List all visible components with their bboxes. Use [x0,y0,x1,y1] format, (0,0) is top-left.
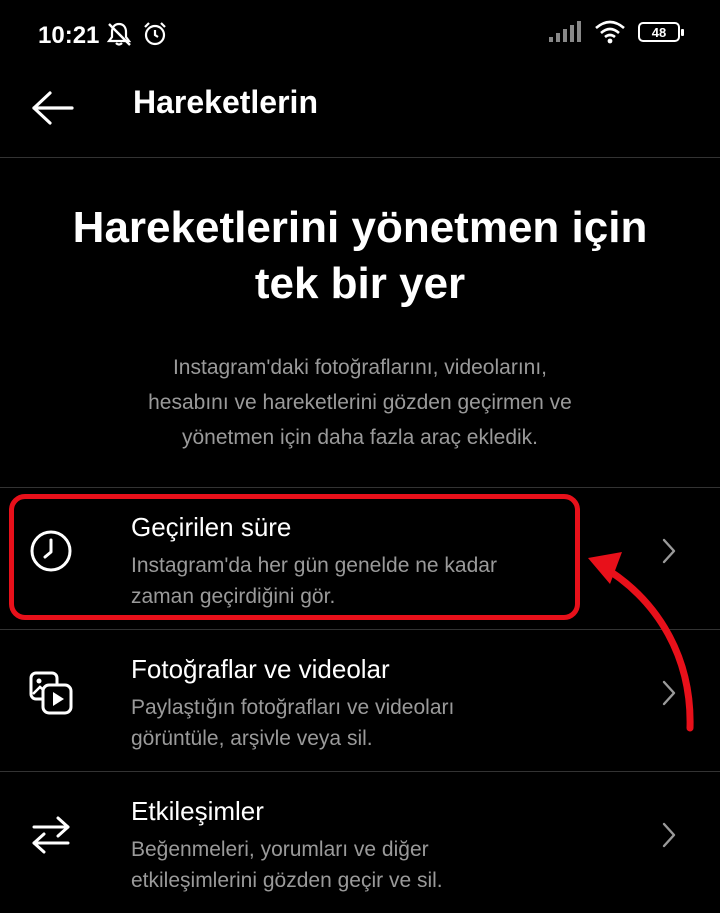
clock-icon [30,530,72,572]
chevron-right-icon [662,680,676,706]
photos-videos-icon [29,671,73,715]
back-button[interactable] [30,88,76,128]
menu-item-time-spent[interactable]: Geçirilen süre Instagram'da her gün gene… [0,487,720,629]
wifi-icon [595,20,625,44]
menu-item-title: Fotoğraflar ve videolar [131,654,390,684]
menu-item-title: Etkileşimler [131,796,264,826]
status-time: 10:21 [38,22,100,49]
menu-item-text: Fotoğraflar ve videolar Paylaştığın foto… [131,652,601,754]
arrows-exchange-icon [32,816,70,854]
hero-title-line1: Hareketlerini yönetmen için [72,203,648,252]
hero-description: Instagram'daki fotoğraflarını, videoları… [90,350,630,455]
menu-item-desc-line1: Beğenmeleri, yorumları ve diğer [131,838,429,861]
chevron-right-icon [662,538,676,564]
activity-menu: Geçirilen süre Instagram'da her gün gene… [0,487,720,913]
app-header: Hareketlerin [0,70,720,158]
hero-description-line2: hesabını ve hareketlerini gözden geçirme… [148,391,572,414]
menu-item-description: Paylaştığın fotoğrafları ve videoları gö… [131,692,601,754]
back-arrow-icon [32,91,74,125]
hero-title: Hareketlerini yönetmen için tek bir yer [0,200,720,312]
chevron-right-icon [662,822,676,848]
signal-icon [549,21,581,42]
status-icons-right: 48 [548,20,684,44]
hero-description-line3: yönetmen için daha fazla araç ekledik. [181,426,539,449]
menu-item-desc-line2: etkileşimlerini gözden geçir ve sil. [131,869,443,892]
battery-icon: 48 [638,22,684,42]
page-title: Hareketlerin [133,84,318,120]
menu-item-description: Beğenmeleri, yorumları ve diğer etkileşi… [131,834,601,896]
menu-item-title: Geçirilen süre [131,512,292,542]
menu-item-desc-line2: zaman geçirdiğini gör. [131,585,336,608]
alarm-icon [144,22,166,46]
menu-item-interactions[interactable]: Etkileşimler Beğenmeleri, yorumları ve d… [0,771,720,913]
battery-level: 48 [651,24,667,40]
menu-item-desc-line1: Paylaştığın fotoğrafları ve videoları [131,696,455,719]
menu-item-photos-videos[interactable]: Fotoğraflar ve videolar Paylaştığın foto… [0,629,720,771]
status-icons-left [105,20,169,48]
hero-description-line1: Instagram'daki fotoğraflarını, videoları… [172,356,548,379]
status-bar: 10:21 48 [0,0,720,70]
mute-icon [106,22,132,46]
menu-item-text: Geçirilen süre Instagram'da her gün gene… [131,510,601,612]
menu-item-text: Etkileşimler Beğenmeleri, yorumları ve d… [131,794,601,896]
menu-item-desc-line1: Instagram'da her gün genelde ne kadar [131,554,497,577]
menu-item-desc-line2: görüntüle, arşivle veya sil. [131,727,373,750]
menu-item-description: Instagram'da her gün genelde ne kadar za… [131,550,601,612]
hero-title-line2: tek bir yer [254,259,466,308]
